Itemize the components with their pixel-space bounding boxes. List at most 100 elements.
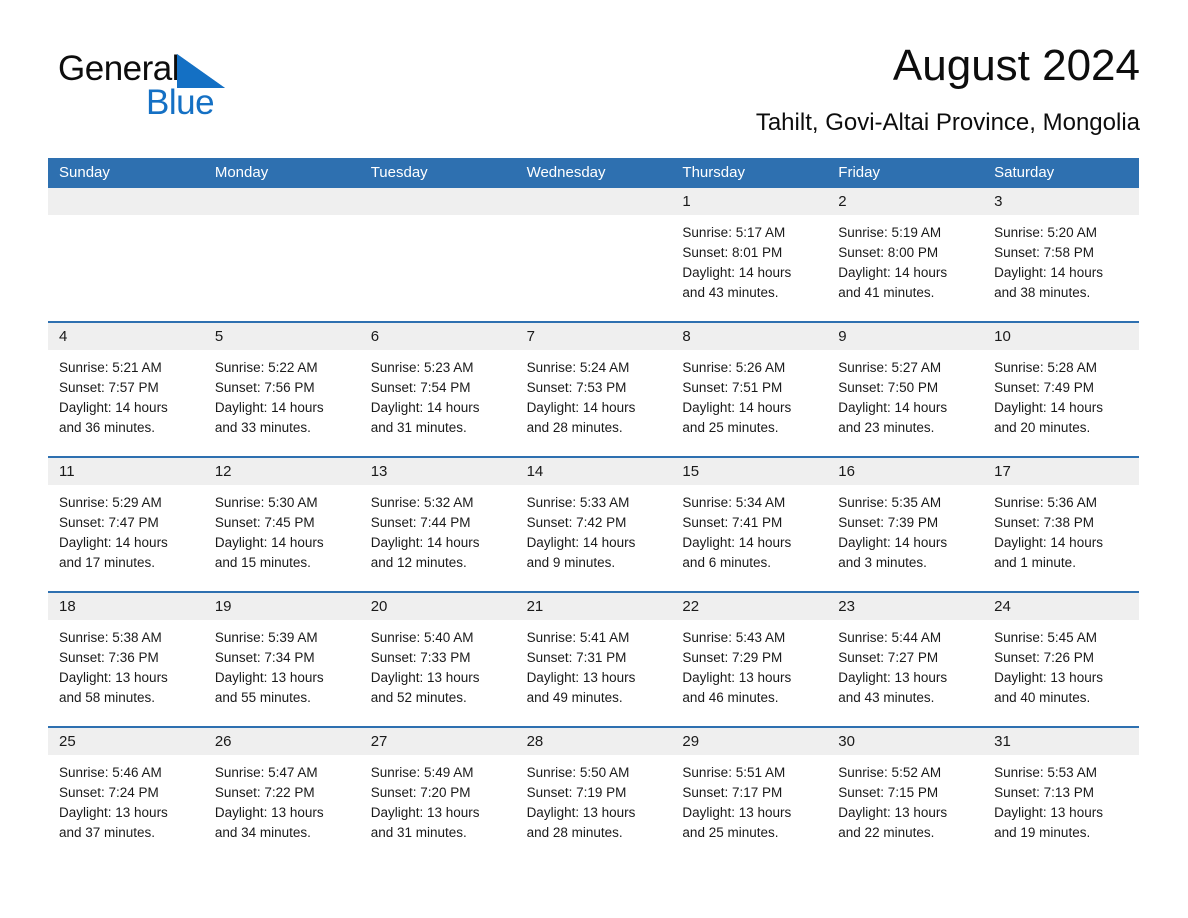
day-cell[interactable]: 12 Sunrise: 5:30 AM Sunset: 7:45 PM Dayligh… [203,458,360,591]
daylight-duration-line2: and 28 minutes. [526,825,623,840]
sunset-time: Sunset: 7:15 PM [838,785,939,800]
day-cell[interactable]: 3 Sunrise: 5:20 AM Sunset: 7:58 PM Daylight… [983,188,1139,321]
daylight-duration-line2: and 55 minutes. [214,690,311,705]
day-cell[interactable]: 6 Sunrise: 5:23 AM Sunset: 7:54 PM Daylight… [359,323,516,456]
day-number: 29 [682,733,700,750]
day-cell[interactable]: 22 Sunrise: 5:43 AM Sunset: 7:29 PM Dayligh… [671,593,828,726]
day-number-band: 5 [203,323,360,350]
day-cell[interactable]: 31 Sunrise: 5:53 AM Sunset: 7:13 PM Dayligh… [983,728,1139,861]
sunrise-time: Sunrise: 5:26 AM [682,360,786,375]
day-number-band [48,188,204,215]
day-cell[interactable]: 16 Sunrise: 5:35 AM Sunset: 7:39 PM Dayligh… [827,458,984,591]
sunrise-time: Sunrise: 5:38 AM [59,630,162,645]
day-cell[interactable]: 24 Sunrise: 5:45 AM Sunset: 7:26 PM Dayligh… [983,593,1139,726]
daylight-duration-line2: and 25 minutes. [682,825,779,840]
day-cell[interactable]: 18 Sunrise: 5:38 AM Sunset: 7:36 PM Dayligh… [48,593,204,726]
daylight-duration-line2: and 36 minutes. [59,420,156,435]
daylight-duration-line1: Daylight: 14 hours [370,400,480,415]
sunrise-time: Sunrise: 5:29 AM [59,495,162,510]
calendar-week-row: 11 Sunrise: 5:29 AM Sunset: 7:47 PM Dayligh… [48,456,1139,591]
daylight-duration-line1: Daylight: 14 hours [214,400,324,415]
day-number: 2 [838,193,847,210]
daylight-duration-line2: and 6 minutes. [682,555,771,570]
day-cell[interactable]: 5 Sunrise: 5:22 AM Sunset: 7:56 PM Daylight… [203,323,360,456]
day-cell[interactable]: 25 Sunrise: 5:46 AM Sunset: 7:24 PM Dayligh… [48,728,204,861]
sunset-time: Sunset: 7:22 PM [214,785,315,800]
day-number-band: 19 [203,593,360,620]
day-cell[interactable]: 11 Sunrise: 5:29 AM Sunset: 7:47 PM Dayligh… [48,458,204,591]
day-details: Sunrise: 5:50 AM Sunset: 7:19 PM Daylight:… [516,755,672,843]
daylight-duration-line2: and 23 minutes. [838,420,935,435]
sunset-time: Sunset: 7:34 PM [214,650,315,665]
day-details: Sunrise: 5:41 AM Sunset: 7:31 PM Daylight:… [516,620,672,708]
daylight-duration-line1: Daylight: 14 hours [370,535,480,550]
sunset-time: Sunset: 7:41 PM [682,515,783,530]
calendar-page: General Blue August 2024 Tahilt, Govi-Al… [0,0,1188,918]
day-number-band: 14 [515,458,672,485]
calendar-week-row: 1 Sunrise: 5:17 AM Sunset: 8:01 PM Daylight… [48,188,1139,321]
day-cell[interactable]: 4 Sunrise: 5:21 AM Sunset: 7:57 PM Daylight… [48,323,204,456]
day-cell[interactable]: 28 Sunrise: 5:50 AM Sunset: 7:19 PM Dayligh… [515,728,672,861]
day-details: Sunrise: 5:19 AM Sunset: 8:00 PM Daylight:… [827,215,983,303]
day-details: Sunrise: 5:47 AM Sunset: 7:22 PM Daylight:… [204,755,360,843]
day-cell[interactable]: 30 Sunrise: 5:52 AM Sunset: 7:15 PM Dayligh… [827,728,984,861]
day-number: 20 [370,598,388,615]
sunrise-time: Sunrise: 5:33 AM [526,495,630,510]
day-cell[interactable]: 19 Sunrise: 5:39 AM Sunset: 7:34 PM Dayligh… [203,593,360,726]
daylight-duration-line2: and 1 minute. [994,555,1076,570]
day-cell[interactable]: 8 Sunrise: 5:26 AM Sunset: 7:51 PM Daylight… [671,323,828,456]
day-cell[interactable]: 7 Sunrise: 5:24 AM Sunset: 7:53 PM Daylight… [515,323,672,456]
day-number: 19 [214,598,232,615]
sunrise-time: Sunrise: 5:53 AM [994,765,1097,780]
sunrise-time: Sunrise: 5:52 AM [838,765,942,780]
day-number: 15 [682,463,700,480]
day-details: Sunrise: 5:46 AM Sunset: 7:24 PM Daylight:… [48,755,204,843]
day-cell[interactable]: 15 Sunrise: 5:34 AM Sunset: 7:41 PM Dayligh… [671,458,828,591]
daylight-duration-line2: and 46 minutes. [682,690,779,705]
page-header: General Blue August 2024 Tahilt, Govi-Al… [48,40,1140,150]
day-cell[interactable]: 17 Sunrise: 5:36 AM Sunset: 7:38 PM Dayligh… [983,458,1139,591]
day-number-band [359,188,516,215]
daylight-duration-line1: Daylight: 13 hours [682,670,792,685]
day-cell[interactable]: 2 Sunrise: 5:19 AM Sunset: 8:00 PM Daylight… [827,188,984,321]
sunrise-time: Sunrise: 5:32 AM [370,495,474,510]
day-number: 8 [682,328,691,345]
day-cell[interactable]: 26 Sunrise: 5:47 AM Sunset: 7:22 PM Dayligh… [203,728,360,861]
day-details: Sunrise: 5:45 AM Sunset: 7:26 PM Daylight:… [983,620,1139,708]
day-number: 3 [994,193,1003,210]
daylight-duration-line1: Daylight: 13 hours [838,670,948,685]
sunset-time: Sunset: 7:53 PM [526,380,627,395]
day-cell[interactable]: 9 Sunrise: 5:27 AM Sunset: 7:50 PM Daylight… [827,323,984,456]
day-number: 11 [59,463,75,480]
day-cell[interactable]: 14 Sunrise: 5:33 AM Sunset: 7:42 PM Dayligh… [515,458,672,591]
day-cell[interactable]: 23 Sunrise: 5:44 AM Sunset: 7:27 PM Dayligh… [827,593,984,726]
day-number-band: 16 [827,458,984,485]
day-details: Sunrise: 5:53 AM Sunset: 7:13 PM Daylight:… [983,755,1139,843]
day-number: 16 [838,463,855,480]
sunset-time: Sunset: 7:27 PM [838,650,939,665]
sunset-time: Sunset: 7:42 PM [526,515,627,530]
day-cell[interactable]: 10 Sunrise: 5:28 AM Sunset: 7:49 PM Dayligh… [983,323,1139,456]
sunrise-time: Sunrise: 5:51 AM [682,765,786,780]
day-details: Sunrise: 5:51 AM Sunset: 7:17 PM Daylight:… [671,755,827,843]
day-number: 21 [526,598,544,615]
day-number: 12 [214,463,232,480]
day-details: Sunrise: 5:40 AM Sunset: 7:33 PM Daylight:… [360,620,516,708]
day-cell[interactable]: 27 Sunrise: 5:49 AM Sunset: 7:20 PM Dayligh… [359,728,516,861]
daylight-duration-line2: and 3 minutes. [838,555,927,570]
day-cell[interactable]: 13 Sunrise: 5:32 AM Sunset: 7:44 PM Dayligh… [359,458,516,591]
day-cell[interactable]: 20 Sunrise: 5:40 AM Sunset: 7:33 PM Dayligh… [359,593,516,726]
sunrise-time: Sunrise: 5:22 AM [214,360,318,375]
day-cell[interactable]: 1 Sunrise: 5:17 AM Sunset: 8:01 PM Daylight… [671,188,828,321]
weekday-wednesday: Wednesday [526,164,606,181]
sunrise-time: Sunrise: 5:46 AM [59,765,162,780]
day-number: 17 [994,463,1011,480]
calendar-week-row: 4 Sunrise: 5:21 AM Sunset: 7:57 PM Daylight… [48,321,1139,456]
day-number-band [515,188,672,215]
sunset-time: Sunset: 7:56 PM [214,380,315,395]
daylight-duration-line1: Daylight: 14 hours [526,535,636,550]
daylight-duration-line2: and 43 minutes. [838,690,935,705]
day-cell[interactable]: 29 Sunrise: 5:51 AM Sunset: 7:17 PM Dayligh… [671,728,828,861]
daylight-duration-line2: and 52 minutes. [370,690,467,705]
day-cell[interactable]: 21 Sunrise: 5:41 AM Sunset: 7:31 PM Dayligh… [515,593,672,726]
